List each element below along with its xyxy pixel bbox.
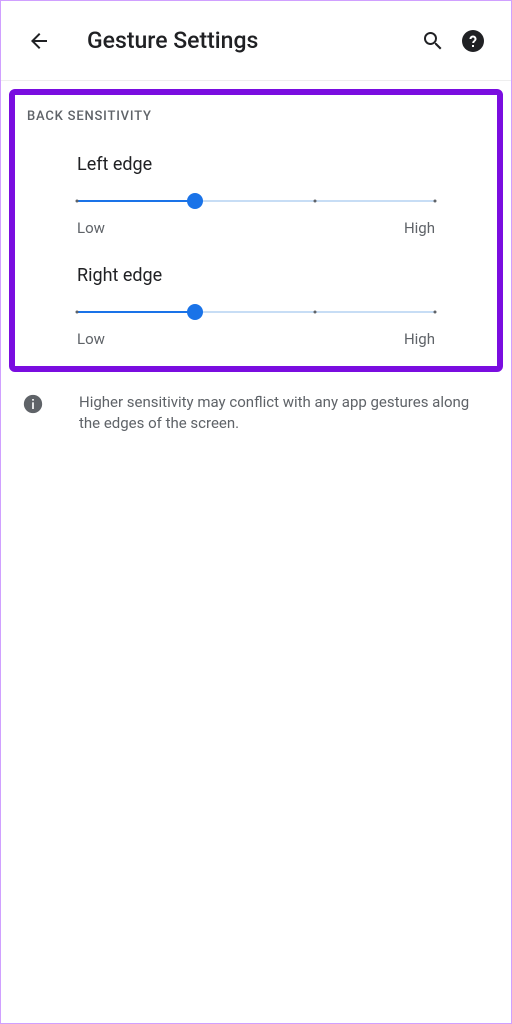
- help-icon: [461, 29, 485, 53]
- left-edge-label: Left edge: [77, 154, 435, 175]
- back-button[interactable]: [19, 21, 59, 61]
- slider-low-label: Low: [77, 330, 105, 348]
- slider-low-label: Low: [77, 219, 105, 237]
- info-section: Higher sensitivity may conflict with any…: [1, 372, 511, 454]
- search-button[interactable]: [413, 21, 453, 61]
- help-button[interactable]: [453, 21, 493, 61]
- back-sensitivity-section: BACK SENSITIVITY Left edge Low High Righ…: [9, 89, 503, 372]
- back-arrow-icon: [27, 29, 51, 53]
- slider-tick: [434, 200, 437, 203]
- slider-range-labels: Low High: [77, 219, 435, 237]
- slider-tick: [434, 311, 437, 314]
- left-edge-slider[interactable]: [77, 193, 435, 209]
- right-edge-label: Right edge: [77, 265, 435, 286]
- slider-fill: [77, 200, 195, 202]
- slider-fill: [77, 311, 195, 313]
- slider-tick: [314, 200, 317, 203]
- search-icon: [421, 29, 445, 53]
- slider-thumb[interactable]: [187, 304, 203, 320]
- right-edge-slider[interactable]: [77, 304, 435, 320]
- page-title: Gesture Settings: [87, 27, 413, 54]
- left-edge-group: Left edge Low High: [27, 154, 485, 237]
- slider-high-label: High: [404, 330, 435, 348]
- info-text: Higher sensitivity may conflict with any…: [79, 392, 489, 434]
- slider-tick: [314, 311, 317, 314]
- slider-range-labels: Low High: [77, 330, 435, 348]
- slider-tick: [76, 311, 79, 314]
- section-title: BACK SENSITIVITY: [27, 109, 485, 124]
- info-icon: [23, 394, 43, 414]
- slider-tick: [76, 200, 79, 203]
- slider-high-label: High: [404, 219, 435, 237]
- slider-thumb[interactable]: [187, 193, 203, 209]
- right-edge-group: Right edge Low High: [27, 265, 485, 348]
